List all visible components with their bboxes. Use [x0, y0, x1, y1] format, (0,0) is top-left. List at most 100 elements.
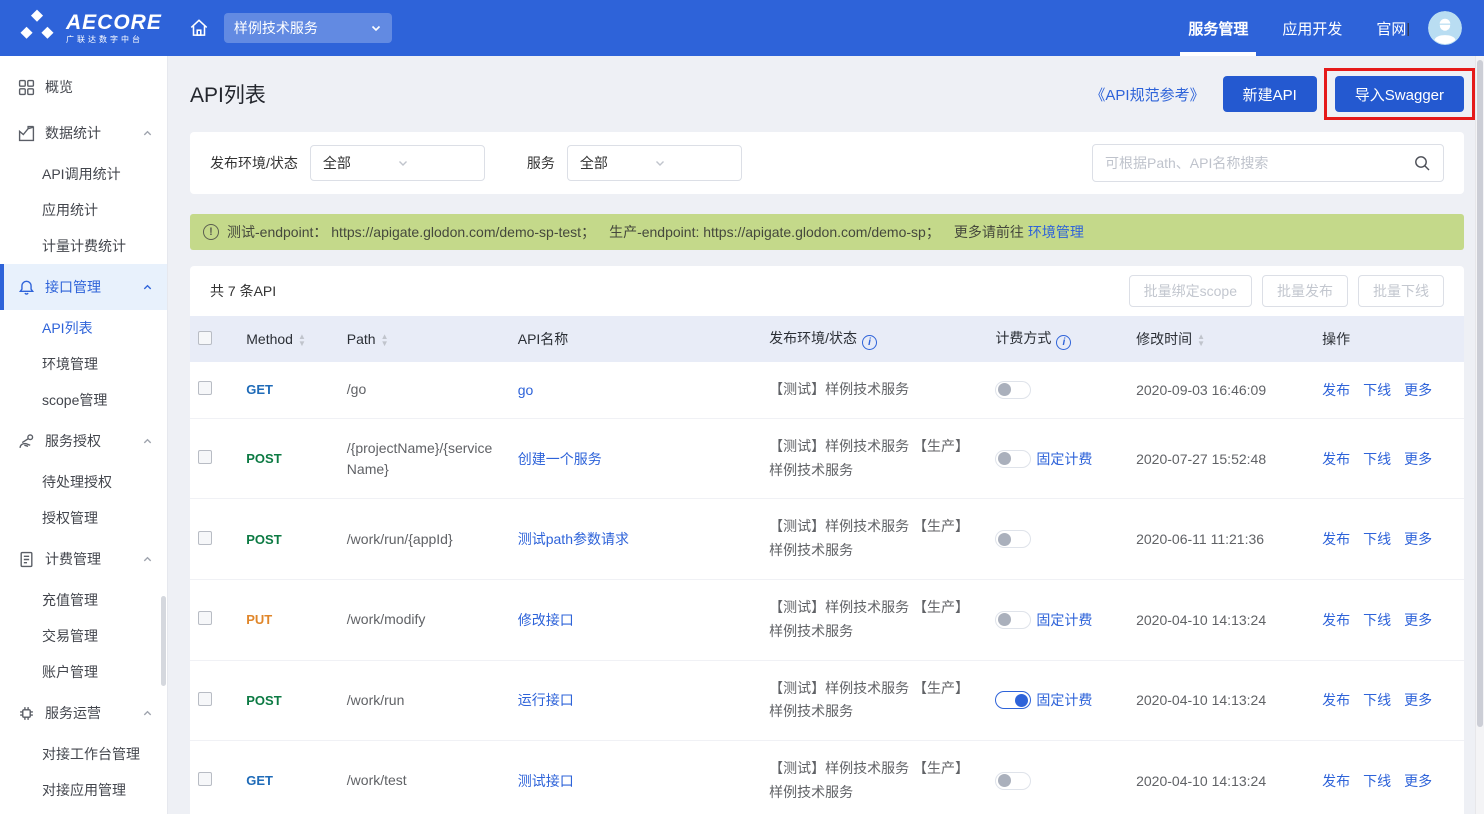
sidebar-subitem[interactable]: 开发者管理 [0, 808, 167, 814]
billing-toggle[interactable] [995, 772, 1031, 790]
action-link[interactable]: 下线 [1363, 773, 1391, 789]
api-name-link[interactable]: 测试接口 [518, 773, 574, 789]
chevron-up-icon[interactable] [142, 708, 153, 719]
chevron-up-icon[interactable] [142, 554, 153, 565]
api-name-link[interactable]: 修改接口 [518, 612, 574, 628]
row-checkbox[interactable] [198, 450, 212, 464]
sort-icon[interactable]: ▲▼ [298, 333, 306, 347]
sidebar-subitem[interactable]: 待处理授权 [0, 464, 167, 500]
sidebar-item-service-ops[interactable]: 服务运营 [0, 690, 167, 736]
sidebar-subitem[interactable]: 充值管理 [0, 582, 167, 618]
action-link[interactable]: 下线 [1363, 382, 1391, 398]
action-link[interactable]: 下线 [1363, 692, 1391, 708]
api-name-link[interactable]: 创建一个服务 [518, 451, 602, 467]
sidebar-subitem[interactable]: 对接应用管理 [0, 772, 167, 808]
row-checkbox[interactable] [198, 611, 212, 625]
user-avatar[interactable] [1428, 11, 1462, 45]
column-header: 计费方式i [987, 316, 1128, 362]
action-link[interactable]: 下线 [1363, 531, 1391, 547]
action-link[interactable]: 发布 [1322, 382, 1350, 398]
row-checkbox[interactable] [198, 531, 212, 545]
topnav-link-2[interactable]: 应用开发 [1282, 0, 1342, 56]
action-link[interactable]: 发布 [1322, 612, 1350, 628]
info-icon[interactable]: i [1056, 335, 1071, 350]
search-input[interactable] [1105, 155, 1413, 171]
search-icon[interactable] [1413, 154, 1431, 172]
sidebar-item-billing-manage[interactable]: 计费管理 [0, 536, 167, 582]
sidebar-item-api-manage[interactable]: 接口管理 [0, 264, 167, 310]
select-all-checkbox[interactable] [198, 331, 212, 345]
action-link[interactable]: 发布 [1322, 451, 1350, 467]
row-checkbox[interactable] [198, 772, 212, 786]
sidebar-item-service-auth[interactable]: 服务授权 [0, 418, 167, 464]
sidebar-subitem[interactable]: 应用统计 [0, 192, 167, 228]
info-icon: ! [203, 224, 219, 240]
action-link[interactable]: 下线 [1363, 451, 1391, 467]
topnav-link-1[interactable]: 服务管理 [1188, 0, 1248, 56]
sidebar-subitem[interactable]: 授权管理 [0, 500, 167, 536]
chevron-up-icon[interactable] [142, 128, 153, 139]
sidebar-subitem[interactable]: 计量计费统计 [0, 228, 167, 264]
more-text: 更多请前往 [954, 222, 1024, 242]
action-link[interactable]: 更多 [1404, 692, 1432, 708]
page-scrollbar[interactable] [1475, 56, 1484, 814]
sidebar-subitem[interactable]: 环境管理 [0, 346, 167, 382]
sidebar-subitem[interactable]: 对接工作台管理 [0, 736, 167, 772]
import-swagger-button[interactable]: 导入Swagger [1335, 76, 1464, 112]
action-link[interactable]: 更多 [1404, 451, 1432, 467]
sidebar-subitem[interactable]: 账户管理 [0, 654, 167, 690]
sidebar-subitem[interactable]: API列表 [0, 310, 167, 346]
chevron-up-icon[interactable] [142, 436, 153, 447]
action-link[interactable]: 下线 [1363, 612, 1391, 628]
chevron-up-icon[interactable] [142, 282, 153, 293]
row-actions: 发布下线更多 [1314, 741, 1464, 814]
api-name-link[interactable]: 测试path参数请求 [518, 531, 629, 547]
table-row: GET/work/test测试接口【测试】样例技术服务 【生产】样例技术服务20… [190, 741, 1464, 814]
brand-name: AECORE [66, 12, 162, 33]
page-title: API列表 [190, 79, 266, 109]
action-link[interactable]: 更多 [1404, 612, 1432, 628]
method-cell: GET [238, 741, 339, 814]
data-stats-icon [18, 124, 36, 142]
info-icon[interactable]: i [862, 335, 877, 350]
action-link[interactable]: 发布 [1322, 692, 1350, 708]
billing-manage-icon [18, 550, 36, 568]
api-name-link[interactable]: go [518, 382, 534, 398]
service-filter-select[interactable]: 全部 [567, 145, 742, 181]
batch-button-3[interactable]: 批量下线 [1358, 275, 1444, 307]
action-link[interactable]: 更多 [1404, 773, 1432, 789]
billing-toggle[interactable] [995, 611, 1031, 629]
batch-button-1[interactable]: 批量绑定scope [1129, 275, 1252, 307]
action-link[interactable]: 发布 [1322, 531, 1350, 547]
sidebar-item-data-stats[interactable]: 数据统计 [0, 110, 167, 156]
sidebar-item-overview[interactable]: 概览 [0, 64, 167, 110]
billing-toggle[interactable] [995, 450, 1031, 468]
sort-icon[interactable]: ▲▼ [381, 333, 389, 347]
api-spec-reference-link[interactable]: 《API规范参考》 [1090, 84, 1204, 105]
sort-icon[interactable]: ▲▼ [1197, 333, 1205, 347]
row-checkbox[interactable] [198, 381, 212, 395]
workspace-selector[interactable]: 样例技术服务 [224, 13, 392, 43]
sidebar-scrollbar[interactable] [161, 596, 166, 686]
billing-toggle[interactable] [995, 691, 1031, 709]
batch-button-2[interactable]: 批量发布 [1262, 275, 1348, 307]
env-manage-link[interactable]: 环境管理 [1028, 222, 1084, 242]
brand-logo[interactable]: AECORE 广联达数字中台 [18, 9, 162, 47]
topnav-link-3[interactable]: 官网 [1376, 0, 1406, 56]
billing-toggle[interactable] [995, 530, 1031, 548]
env-filter-select[interactable]: 全部 [310, 145, 485, 181]
sidebar-subitem[interactable]: scope管理 [0, 382, 167, 418]
action-link[interactable]: 更多 [1404, 382, 1432, 398]
new-api-button[interactable]: 新建API [1223, 76, 1317, 112]
scrollbar-thumb[interactable] [1477, 60, 1483, 727]
action-link[interactable]: 更多 [1404, 531, 1432, 547]
modified-time-cell: 2020-06-11 11:21:36 [1128, 499, 1314, 580]
row-checkbox[interactable] [198, 692, 212, 706]
column-header: 发布环境/状态i [761, 316, 987, 362]
sidebar-subitem[interactable]: 交易管理 [0, 618, 167, 654]
sidebar-subitem[interactable]: API调用统计 [0, 156, 167, 192]
action-link[interactable]: 发布 [1322, 773, 1350, 789]
home-icon[interactable] [188, 17, 210, 39]
billing-toggle[interactable] [995, 381, 1031, 399]
api-name-link[interactable]: 运行接口 [518, 692, 574, 708]
